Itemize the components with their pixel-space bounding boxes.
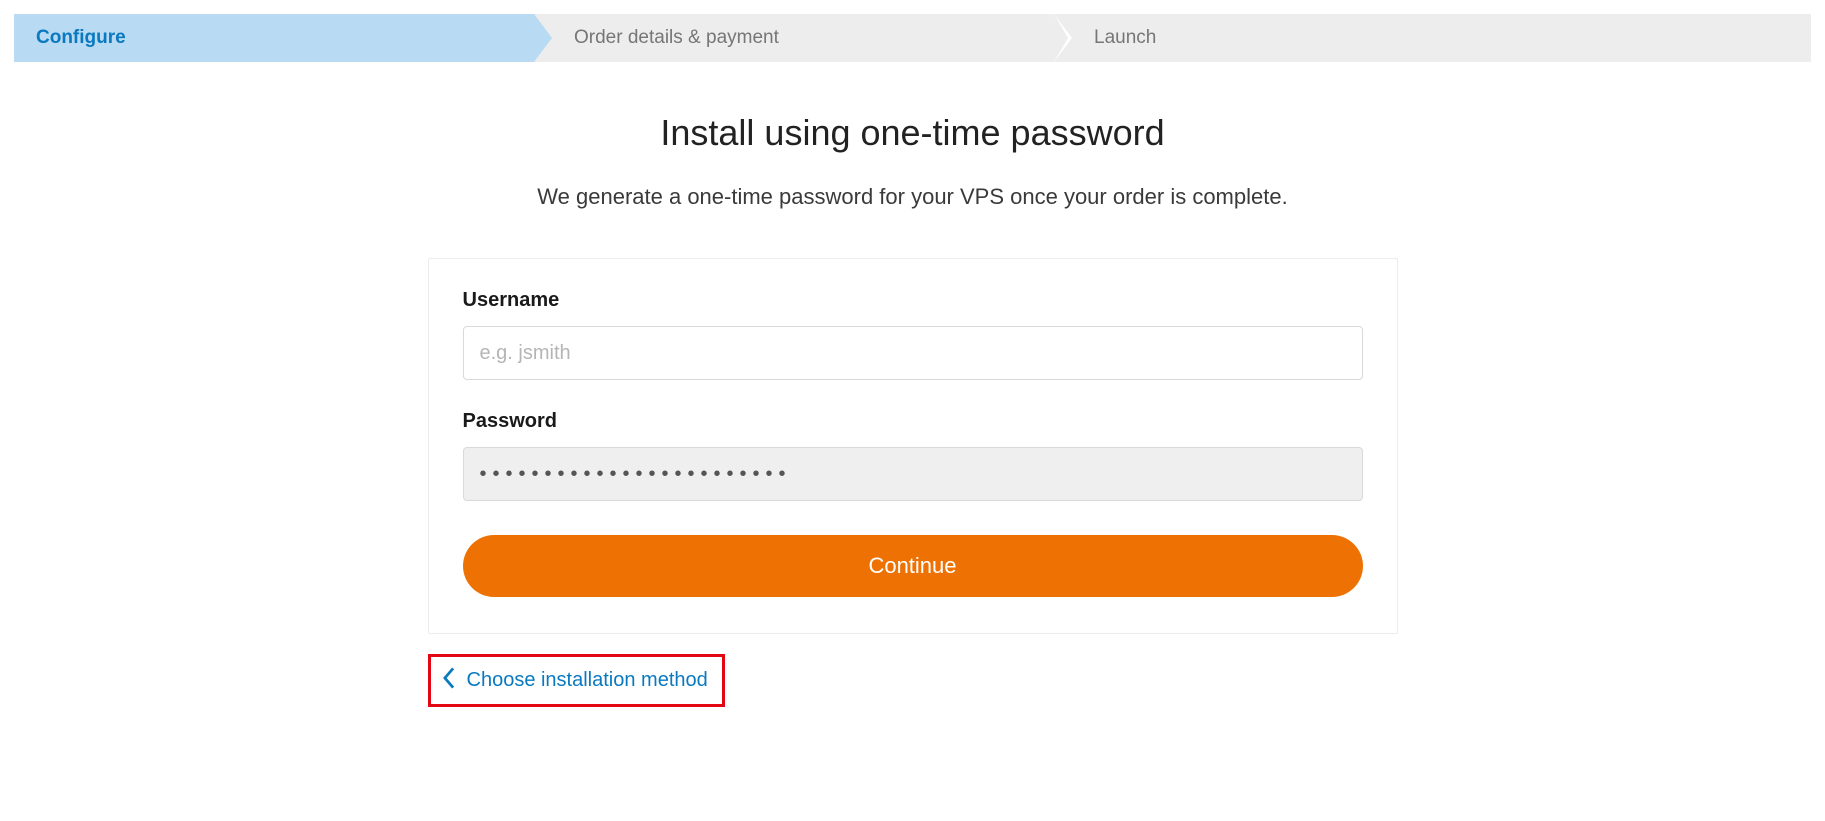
- password-display: ••••••••••••••••••••••••: [463, 447, 1363, 501]
- back-link-label: Choose installation method: [467, 669, 708, 692]
- form-card: Username Password ••••••••••••••••••••••…: [428, 258, 1398, 634]
- step-order-details[interactable]: Order details & payment: [534, 14, 1054, 62]
- password-group: Password ••••••••••••••••••••••••: [463, 410, 1363, 501]
- step-label: Configure: [36, 27, 126, 49]
- step-launch[interactable]: Launch: [1054, 14, 1811, 62]
- username-group: Username: [463, 289, 1363, 380]
- username-label: Username: [463, 289, 1363, 312]
- step-label: Launch: [1094, 27, 1156, 49]
- page-subtitle: We generate a one-time password for your…: [0, 184, 1825, 210]
- step-configure[interactable]: Configure: [14, 14, 534, 62]
- step-label: Order details & payment: [574, 27, 779, 49]
- stepper: Configure Order details & payment Launch: [14, 14, 1811, 62]
- username-input[interactable]: [463, 326, 1363, 380]
- password-label: Password: [463, 410, 1363, 433]
- choose-installation-method-link[interactable]: Choose installation method: [428, 654, 725, 707]
- chevron-left-icon: [441, 667, 457, 694]
- continue-button[interactable]: Continue: [463, 535, 1363, 597]
- page-title: Install using one-time password: [0, 112, 1825, 154]
